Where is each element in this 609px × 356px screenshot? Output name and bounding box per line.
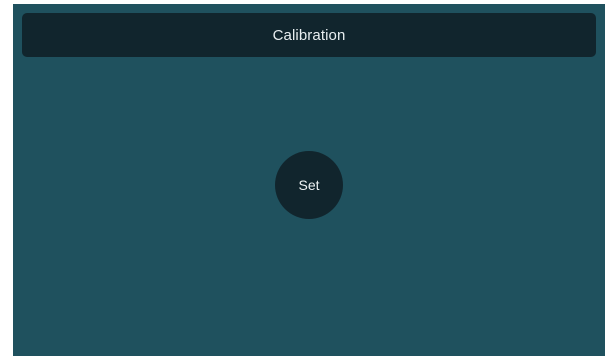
set-button[interactable]: Set: [275, 151, 343, 219]
header-bar: Calibration: [22, 13, 596, 57]
page-title: Calibration: [272, 26, 346, 44]
set-button-label: Set: [298, 177, 320, 193]
calibration-screen: Calibration Set: [13, 4, 605, 356]
